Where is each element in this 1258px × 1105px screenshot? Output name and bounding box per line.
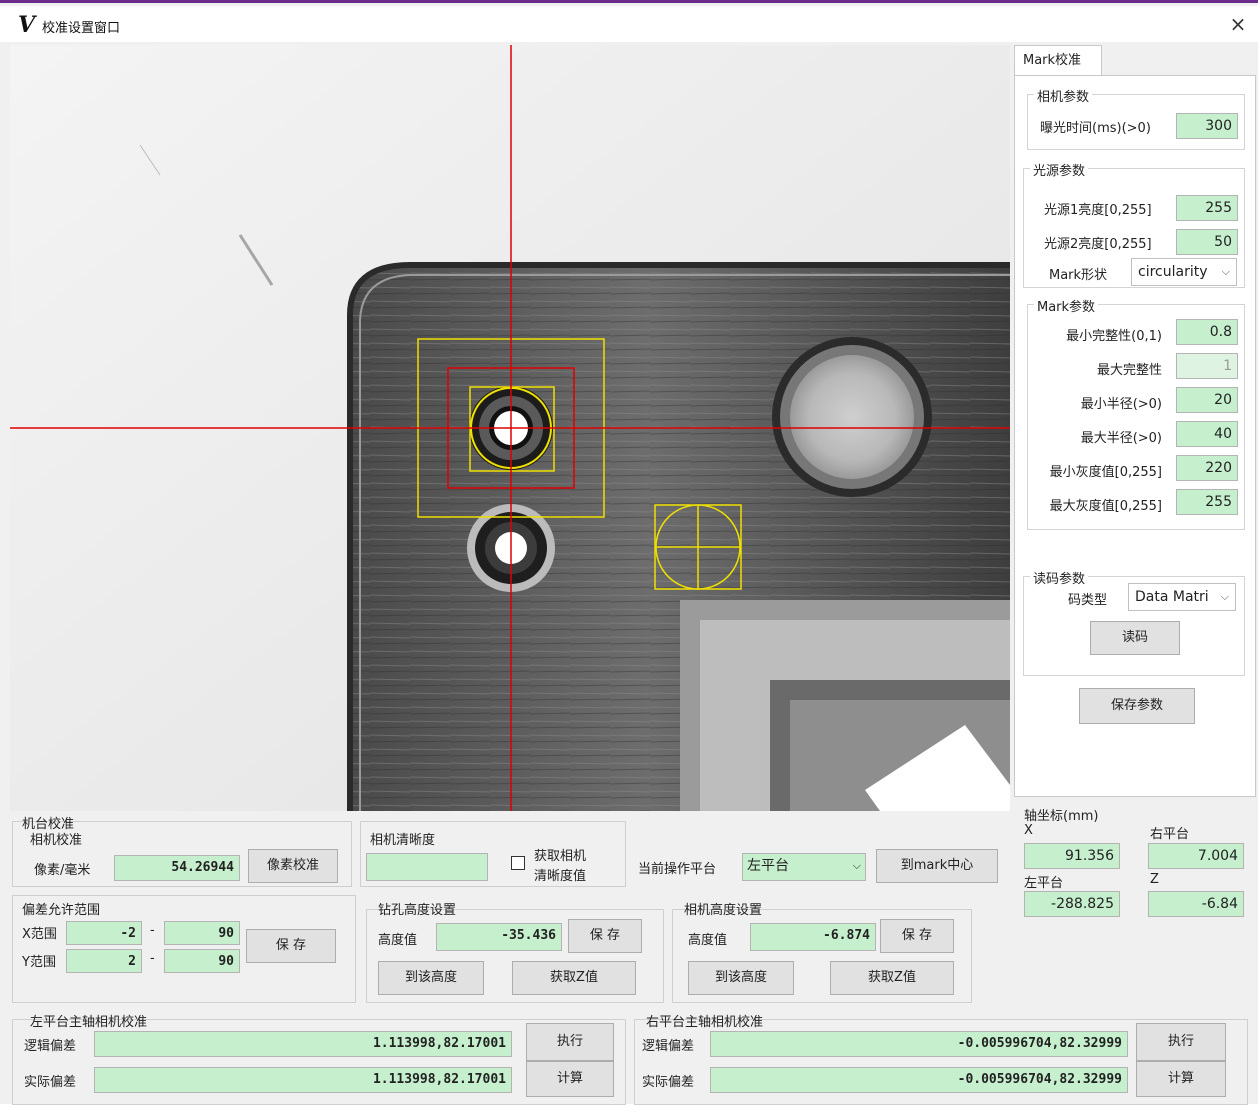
- to-mark-center-button[interactable]: 到mark中心: [876, 849, 998, 883]
- right-execute-button[interactable]: 执行: [1136, 1023, 1226, 1061]
- save-drill-height-button[interactable]: 保 存: [568, 919, 642, 953]
- chevron-down-icon: ⌵: [1221, 265, 1230, 278]
- camera-height-input[interactable]: -6.874: [750, 923, 876, 951]
- right-actual-offset: -0.005996704,82.32999: [710, 1067, 1128, 1093]
- window-title: 校准设置窗口: [42, 21, 121, 36]
- pixel-calibrate-button[interactable]: 像素校准: [248, 849, 338, 883]
- mark-shape-select[interactable]: circularity ⌵: [1131, 258, 1237, 286]
- tab-body: 相机参数 曝光时间(ms)(>0) 300 光源参数 光源1亮度[0,255] …: [1014, 75, 1256, 797]
- chevron-down-icon: ⌵: [1220, 590, 1229, 603]
- min-integrity-input[interactable]: 0.8: [1176, 319, 1238, 345]
- drill-height-input[interactable]: -35.436: [436, 923, 562, 951]
- camera-params-group: 相机参数 曝光时间(ms)(>0) 300: [1027, 86, 1245, 150]
- light1-input[interactable]: 255: [1176, 195, 1238, 221]
- right-calculate-button[interactable]: 计算: [1136, 1061, 1226, 1097]
- get-drill-z-button[interactable]: 获取Z值: [512, 961, 636, 995]
- code-type-select[interactable]: Data Matri ⌵: [1128, 583, 1236, 611]
- chevron-down-icon: ⌵: [852, 859, 861, 872]
- max-radius-input[interactable]: 40: [1176, 421, 1238, 447]
- left-logic-offset: 1.113998,82.17001: [94, 1031, 512, 1057]
- left-execute-button[interactable]: 执行: [526, 1023, 614, 1061]
- axis-z-value: -6.84: [1148, 891, 1244, 917]
- max-integrity-input: 1: [1176, 353, 1238, 379]
- x-range-min[interactable]: -2: [66, 921, 142, 945]
- axis-left-value: -288.825: [1024, 891, 1120, 917]
- camera-image: [10, 45, 1010, 811]
- platform-select[interactable]: 左平台 ⌵: [742, 853, 866, 881]
- max-gray-input[interactable]: 255: [1176, 489, 1238, 515]
- calibration-window: V 校准设置窗口 × Mark校准 相机参数 曝光时间(ms)(>0) 300 …: [0, 0, 1258, 1105]
- app-logo: V: [18, 12, 36, 38]
- axis-right-value: 7.004: [1148, 843, 1244, 869]
- light2-input[interactable]: 50: [1176, 229, 1238, 255]
- x-range-max[interactable]: 90: [164, 921, 240, 945]
- code-params-group: 读码参数 码类型 Data Matri ⌵ 读码: [1023, 568, 1245, 676]
- axis-x-value: 91.356: [1024, 843, 1120, 869]
- goto-drill-height-button[interactable]: 到该高度: [378, 961, 484, 995]
- right-logic-offset: -0.005996704,82.32999: [710, 1031, 1128, 1057]
- clarity-checkbox[interactable]: [511, 856, 525, 870]
- min-gray-input[interactable]: 220: [1176, 455, 1238, 481]
- exposure-input[interactable]: 300: [1176, 113, 1238, 139]
- title-bar: V 校准设置窗口 ×: [0, 6, 1258, 42]
- clarity-value: [366, 853, 488, 881]
- close-icon[interactable]: ×: [1222, 10, 1254, 38]
- goto-camera-height-button[interactable]: 到该高度: [688, 961, 794, 995]
- save-params-button[interactable]: 保存参数: [1079, 688, 1195, 724]
- mark-params-group: Mark参数 最小完整性(0,1) 0.8 最大完整性 1 最小半径(>0) 2…: [1027, 296, 1245, 530]
- left-actual-offset: 1.113998,82.17001: [94, 1067, 512, 1093]
- pixel-per-mm-value: 54.26944: [114, 855, 240, 881]
- y-range-max[interactable]: 90: [164, 949, 240, 973]
- y-range-min[interactable]: 2: [66, 949, 142, 973]
- mark-calibration-panel: Mark校准 相机参数 曝光时间(ms)(>0) 300 光源参数 光源1亮度[…: [1014, 45, 1256, 797]
- mark-shape-label: Mark形状: [1049, 268, 1108, 283]
- tab-mark-calibration[interactable]: Mark校准: [1014, 45, 1102, 75]
- save-tolerance-button[interactable]: 保 存: [246, 929, 336, 963]
- save-camera-height-button[interactable]: 保 存: [880, 919, 954, 953]
- read-code-button[interactable]: 读码: [1090, 621, 1180, 655]
- get-camera-z-button[interactable]: 获取Z值: [830, 961, 954, 995]
- left-calculate-button[interactable]: 计算: [526, 1061, 614, 1097]
- camera-view[interactable]: [10, 45, 1010, 811]
- min-radius-input[interactable]: 20: [1176, 387, 1238, 413]
